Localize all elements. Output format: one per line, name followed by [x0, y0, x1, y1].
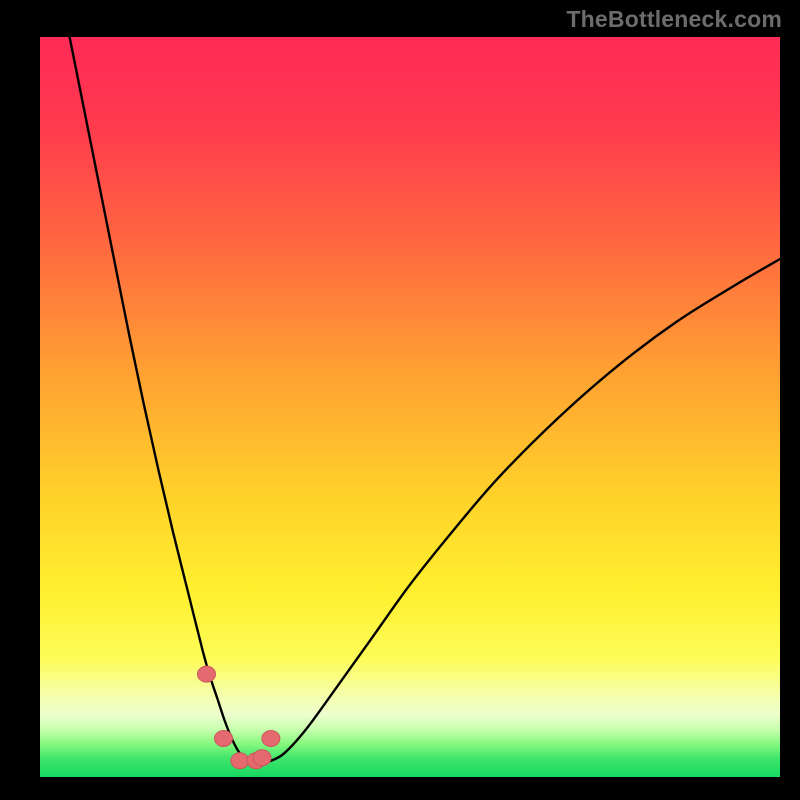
- plot-area: [40, 37, 780, 777]
- watermark-text: TheBottleneck.com: [566, 6, 782, 33]
- highlight-marker: [215, 731, 233, 747]
- highlight-marker: [262, 731, 280, 747]
- chart-frame: TheBottleneck.com: [0, 0, 800, 800]
- highlight-marker: [253, 750, 271, 766]
- highlight-marker: [198, 666, 216, 682]
- highlight-marker: [231, 753, 249, 769]
- gradient-background: [40, 37, 780, 777]
- bottleneck-chart: [40, 37, 780, 777]
